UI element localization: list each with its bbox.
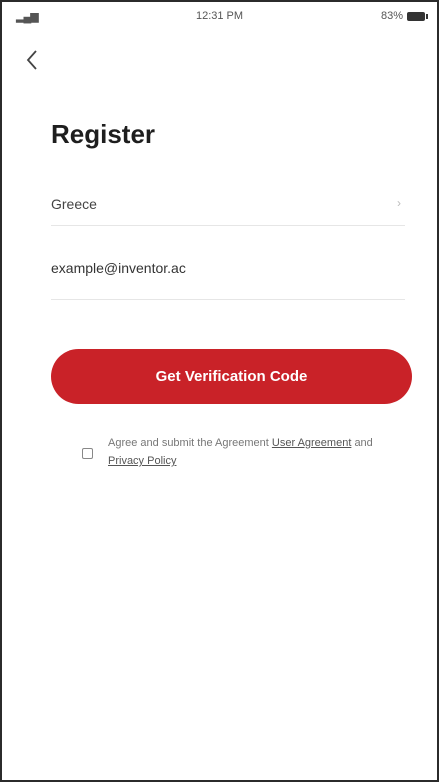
battery-status: 83%	[380, 10, 428, 22]
email-field-container	[51, 256, 405, 300]
chevron-left-icon	[26, 50, 37, 70]
user-agreement-link[interactable]: User Agreement	[272, 437, 351, 449]
agreement-text: Agree and submit the Agreement User Agre…	[108, 434, 392, 470]
get-verification-code-button[interactable]: Get Verification Code	[51, 349, 412, 404]
app-screen: ▂▄▆ 12:31 PM 83% Register Greece › Get V…	[0, 0, 439, 782]
page-title: Register	[51, 119, 156, 149]
privacy-policy-link[interactable]: Privacy Policy	[108, 455, 176, 467]
status-bar: ▂▄▆ 12:31 PM 83%	[2, 8, 437, 30]
status-time: 12:31 PM	[195, 10, 244, 22]
chevron-right-icon: ›	[397, 196, 401, 210]
country-value: Greece	[51, 196, 97, 212]
email-field[interactable]	[51, 260, 405, 276]
agreement-intro: Agree and submit the Agreement	[108, 437, 269, 449]
battery-icon	[407, 11, 428, 21]
country-select[interactable]: Greece ›	[51, 190, 405, 226]
battery-percentage: 83%	[380, 10, 403, 22]
agreement-checkbox[interactable]	[82, 448, 93, 459]
agreement-section: Agree and submit the Agreement User Agre…	[82, 434, 392, 470]
agreement-and: and	[354, 437, 373, 449]
back-button[interactable]	[24, 48, 48, 76]
